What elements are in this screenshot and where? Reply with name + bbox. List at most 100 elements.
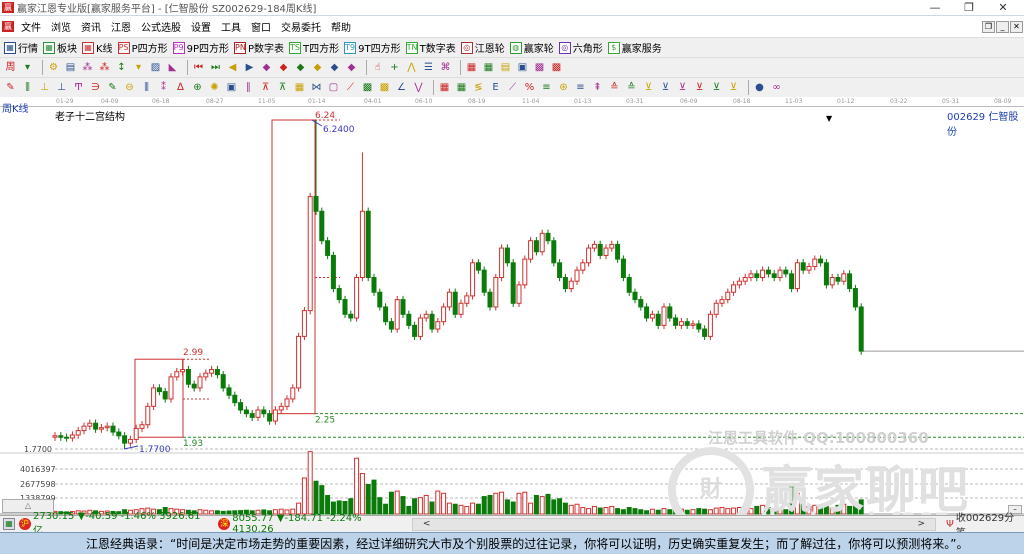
- tool-icon-10[interactable]: ∆: [174, 81, 187, 94]
- menu-6[interactable]: 工具: [216, 19, 246, 34]
- tool-icon-14[interactable]: ∥: [242, 81, 255, 94]
- tool-icon-38[interactable]: ⊻: [659, 81, 672, 94]
- tool-icon-3[interactable]: ⊥: [55, 81, 68, 94]
- tool-icon-24[interactable]: ⌘: [439, 61, 452, 74]
- tool-icon-29[interactable]: ▩: [533, 61, 546, 74]
- tool-icon-5[interactable]: ⁂: [98, 61, 111, 74]
- toolbar-button-9[interactable]: ◎ 江恩轮: [460, 40, 505, 55]
- tool-icon-7[interactable]: ▾: [132, 61, 145, 74]
- tool-icon-11[interactable]: ⊕: [191, 81, 204, 94]
- mdi-close-button[interactable]: ✕: [1010, 21, 1023, 33]
- tool-icon-6[interactable]: ↕: [115, 61, 128, 74]
- tool-icon-5[interactable]: ∋: [89, 81, 102, 94]
- tool-icon-15[interactable]: ◆: [277, 61, 290, 74]
- menu-3[interactable]: 江恩: [106, 19, 136, 34]
- toolbar-button-12[interactable]: $ 赢家服务: [607, 40, 662, 55]
- menu-7[interactable]: 窗口: [246, 19, 276, 34]
- tool-icon-36[interactable]: ≙: [625, 81, 638, 94]
- tool-icon-19[interactable]: ▢: [327, 81, 340, 94]
- tool-icon-12[interactable]: ◀: [226, 61, 239, 74]
- tool-icon-28[interactable]: ▣: [516, 61, 529, 74]
- tool-icon-4[interactable]: Ͳ: [72, 81, 85, 94]
- tool-icon-2[interactable]: ⚙: [47, 61, 60, 74]
- menu-2[interactable]: 资讯: [76, 19, 106, 34]
- toolbar-button-6[interactable]: TS T四方形: [289, 40, 339, 55]
- tool-icon-21[interactable]: +: [388, 61, 401, 74]
- toolbar-button-11[interactable]: ◎ 六角形: [558, 40, 603, 55]
- menu-9[interactable]: 帮助: [326, 19, 356, 34]
- toolbar-button-8[interactable]: TN T数字表: [405, 40, 456, 55]
- tool-icon-21[interactable]: ▩: [361, 81, 374, 94]
- mdi-restore-button[interactable]: ❐: [982, 21, 995, 33]
- toolbar-button-1[interactable]: ▦ 板块: [43, 40, 77, 55]
- tool-icon-42[interactable]: ⊻: [727, 81, 740, 94]
- tool-icon-16[interactable]: ⊼: [276, 81, 289, 94]
- tool-icon-13[interactable]: ▣: [225, 81, 238, 94]
- tool-icon-22[interactable]: ⋀: [405, 61, 418, 74]
- horizontal-scrollbar[interactable]: < >: [411, 517, 937, 531]
- minimize-button[interactable]: —: [918, 0, 952, 16]
- toolbar-button-3[interactable]: PS P四方形: [117, 40, 168, 55]
- tool-icon-1[interactable]: ⫼: [21, 81, 34, 94]
- scroll-right-button[interactable]: >: [918, 519, 926, 530]
- menu-0[interactable]: 文件: [16, 19, 46, 34]
- tool-icon-0[interactable]: ✎: [4, 81, 17, 94]
- tool-icon-27[interactable]: ≶: [472, 81, 485, 94]
- tool-icon-12[interactable]: ✺: [208, 81, 221, 94]
- toolbar-button-0[interactable]: ▦ 行情: [4, 40, 38, 55]
- tool-icon-7[interactable]: ⊖: [123, 81, 136, 94]
- tool-icon-44[interactable]: ∞: [770, 81, 783, 94]
- tool-icon-22[interactable]: ▩: [378, 81, 391, 94]
- tool-icon-3[interactable]: ▤: [64, 61, 77, 74]
- tool-icon-1[interactable]: ▾: [21, 61, 34, 74]
- tool-icon-41[interactable]: ⊻: [710, 81, 723, 94]
- restore-button[interactable]: ❐: [952, 0, 986, 16]
- tool-icon-27[interactable]: ▤: [499, 61, 512, 74]
- tool-icon-8[interactable]: ▨: [149, 61, 162, 74]
- toolbar-button-10[interactable]: ◍ 赢家轮: [509, 40, 554, 55]
- tool-icon-28[interactable]: E: [489, 81, 502, 94]
- tool-icon-24[interactable]: ⋁: [412, 81, 425, 94]
- close-button[interactable]: ✕: [986, 0, 1020, 16]
- tool-icon-19[interactable]: ◆: [345, 61, 358, 74]
- menu-5[interactable]: 设置: [186, 19, 216, 34]
- tool-icon-23[interactable]: ∠: [395, 81, 408, 94]
- tool-icon-15[interactable]: ⊼: [259, 81, 272, 94]
- tool-icon-10[interactable]: ⏮: [192, 61, 205, 74]
- calculator-icon[interactable]: ▦: [3, 518, 15, 530]
- tool-icon-29[interactable]: ⟋: [506, 81, 519, 94]
- toolbar-button-2[interactable]: ▦ K线: [82, 40, 113, 55]
- toolbar-button-7[interactable]: T9 9T四方形: [344, 40, 401, 55]
- tool-icon-17[interactable]: ◆: [311, 61, 324, 74]
- scroll-left-button[interactable]: <: [423, 519, 431, 530]
- tool-icon-35[interactable]: ≙: [608, 81, 621, 94]
- menu-1[interactable]: 浏览: [46, 19, 76, 34]
- tool-icon-9[interactable]: ◣: [166, 61, 179, 74]
- tool-icon-0[interactable]: 周: [4, 61, 17, 74]
- tool-icon-16[interactable]: ◆: [294, 61, 307, 74]
- tool-icon-20[interactable]: ⟋: [344, 81, 357, 94]
- mdi-minimize-button[interactable]: _: [996, 21, 1009, 33]
- toolbar-button-4[interactable]: P9 9P四方形: [172, 40, 229, 55]
- tool-icon-37[interactable]: ⊻: [642, 81, 655, 94]
- toolbar-button-5[interactable]: PN P数字表: [234, 40, 284, 55]
- tool-icon-4[interactable]: ⁂: [81, 61, 94, 74]
- tool-icon-17[interactable]: ▦: [293, 81, 306, 94]
- tool-icon-8[interactable]: ⫼: [140, 81, 153, 94]
- tool-icon-20[interactable]: ☝: [371, 61, 384, 74]
- tool-icon-2[interactable]: ⊥: [38, 81, 51, 94]
- tool-icon-40[interactable]: ⊻: [693, 81, 706, 94]
- tool-icon-6[interactable]: ✎: [106, 81, 119, 94]
- menu-4[interactable]: 公式选股: [136, 19, 186, 34]
- tool-icon-25[interactable]: ▦: [438, 81, 451, 94]
- tool-icon-18[interactable]: ⋈: [310, 81, 323, 94]
- tool-icon-43[interactable]: ●: [753, 81, 766, 94]
- tool-icon-30[interactable]: %: [523, 81, 536, 94]
- tool-icon-18[interactable]: ◆: [328, 61, 341, 74]
- tool-icon-25[interactable]: ▦: [465, 61, 478, 74]
- dropdown-arrow-icon[interactable]: ▼: [826, 114, 832, 123]
- tool-icon-39[interactable]: ⊻: [676, 81, 689, 94]
- tool-icon-33[interactable]: ≡: [574, 81, 587, 94]
- tool-icon-26[interactable]: ▦: [455, 81, 468, 94]
- tool-icon-32[interactable]: ⊛: [557, 81, 570, 94]
